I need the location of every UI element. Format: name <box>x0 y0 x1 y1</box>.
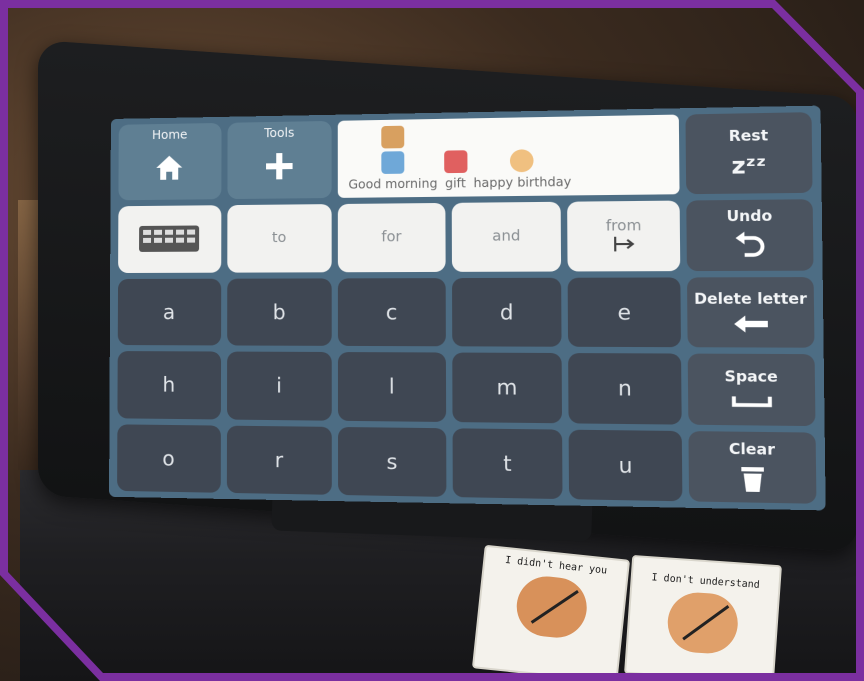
word-label: for <box>381 229 402 246</box>
letter-key[interactable]: e <box>568 276 682 348</box>
letter-key[interactable]: b <box>226 277 332 346</box>
space-label: Space <box>724 368 778 387</box>
letter-key[interactable]: o <box>117 423 221 493</box>
rest-button[interactable]: Rest zᶻᶻ <box>685 112 813 195</box>
face-icon <box>510 149 534 173</box>
word-label: from <box>605 217 642 235</box>
aac-screen: Home Tools Good morning gift happy birth… <box>109 105 826 511</box>
letter-label: h <box>162 372 176 397</box>
letter-label: m <box>496 374 518 401</box>
letter-key[interactable]: s <box>338 426 447 497</box>
home-button[interactable]: Home <box>118 122 222 201</box>
sun-icon <box>381 151 405 174</box>
letter-key[interactable]: t <box>452 427 564 500</box>
letter-key[interactable]: a <box>117 278 221 346</box>
message-item: Good morning <box>348 125 438 192</box>
word-key-for[interactable]: for <box>338 202 446 272</box>
confused-face-icon <box>665 590 740 656</box>
message-bar[interactable]: Good morning gift happy birthday <box>338 114 680 198</box>
thumbs-up-icon <box>381 125 405 149</box>
undo-button[interactable]: Undo <box>686 199 814 271</box>
home-icon <box>156 155 182 180</box>
word-label: and <box>492 228 521 246</box>
keyboard-icon <box>139 225 200 253</box>
letter-label: b <box>272 299 286 325</box>
screen-background: Home Tools Good morning gift happy birth… <box>109 105 826 511</box>
letter-label: e <box>617 299 632 325</box>
letter-label: s <box>386 448 398 474</box>
plus-icon <box>265 153 293 180</box>
message-item: gift <box>443 150 468 191</box>
left-arrow-icon <box>733 315 768 333</box>
letter-label: d <box>499 299 514 325</box>
letter-key[interactable]: c <box>338 277 446 347</box>
undo-icon <box>733 232 767 262</box>
letter-key[interactable]: i <box>226 351 333 421</box>
letter-label: l <box>388 374 395 399</box>
space-button[interactable]: Space <box>687 353 816 426</box>
ear-icon <box>513 573 590 641</box>
letter-key[interactable]: d <box>451 277 563 347</box>
letter-key[interactable]: n <box>568 353 682 425</box>
key-grid: Home Tools Good morning gift happy birth… <box>117 112 817 504</box>
letter-label: u <box>618 452 633 478</box>
delete-letter-label: Delete letter <box>694 290 808 308</box>
delete-letter-button[interactable]: Delete letter <box>687 276 815 348</box>
letter-key[interactable]: l <box>338 352 446 422</box>
message-word: gift <box>445 175 466 191</box>
letter-label: c <box>385 299 398 325</box>
trash-icon <box>740 466 764 492</box>
letter-label: t <box>503 450 512 476</box>
card-caption: I didn't hear you <box>504 554 608 577</box>
keyboard-button[interactable] <box>118 205 221 273</box>
message-word: happy birthday <box>473 174 572 191</box>
tools-button[interactable]: Tools <box>227 120 332 200</box>
word-label: to <box>271 230 287 247</box>
arrow-from-icon <box>611 235 637 254</box>
letter-label: r <box>274 447 284 473</box>
clear-button[interactable]: Clear <box>688 430 817 504</box>
letter-label: a <box>162 299 176 324</box>
message-item: happy birthday <box>473 149 572 191</box>
rest-label: Rest <box>728 127 769 145</box>
undo-label: Undo <box>726 208 773 226</box>
photo: Home Tools Good morning gift happy birth… <box>0 0 864 681</box>
word-key-and[interactable]: and <box>451 201 562 272</box>
letter-key[interactable]: u <box>569 429 683 502</box>
letter-key[interactable]: m <box>452 352 563 423</box>
gift-icon <box>443 150 468 174</box>
card-caption: I don't understand <box>651 572 761 591</box>
sleep-icon: zᶻᶻ <box>731 152 767 180</box>
symbol-card-not-understand: I don't understand <box>624 554 782 681</box>
symbol-card-not-hear: I didn't hear you <box>471 544 631 681</box>
home-label: Home <box>151 127 188 143</box>
letter-key[interactable]: h <box>117 351 221 419</box>
letter-label: o <box>162 445 175 471</box>
letter-label: n <box>617 375 632 402</box>
message-word: Good morning <box>348 176 438 192</box>
word-key-to[interactable]: to <box>226 204 332 273</box>
letter-label: i <box>276 373 282 398</box>
tools-label: Tools <box>264 125 295 141</box>
letter-key[interactable]: r <box>226 425 333 495</box>
clear-label: Clear <box>728 440 776 459</box>
word-key-from[interactable]: from <box>567 200 681 271</box>
space-icon <box>731 395 772 410</box>
